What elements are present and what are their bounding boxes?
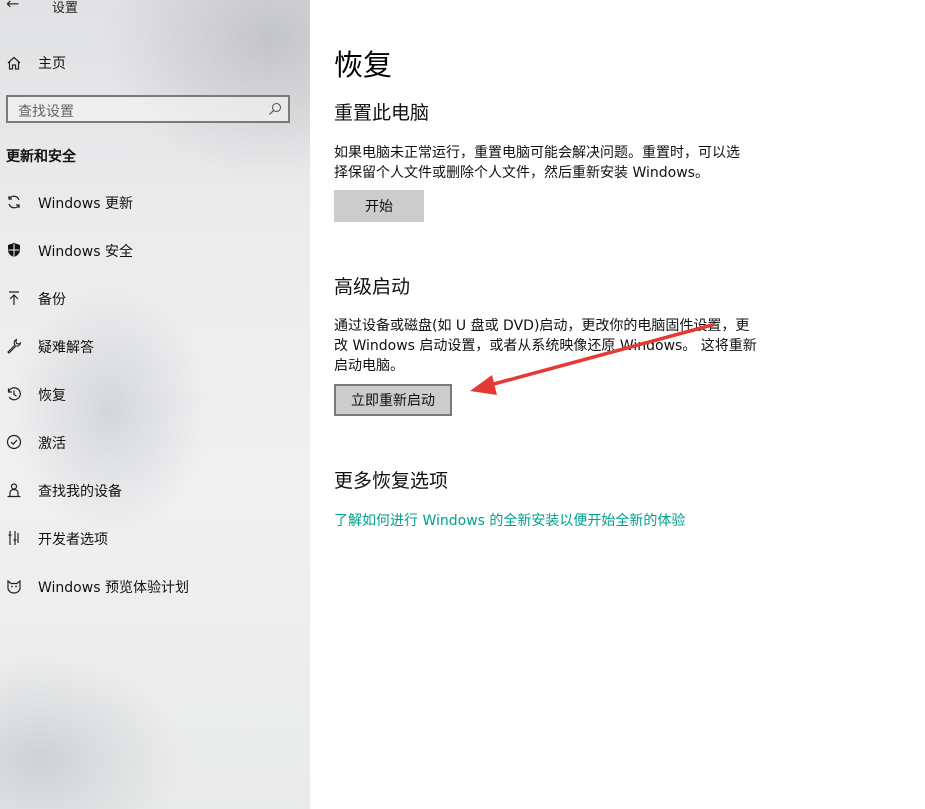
annotation-arrow bbox=[470, 323, 714, 395]
